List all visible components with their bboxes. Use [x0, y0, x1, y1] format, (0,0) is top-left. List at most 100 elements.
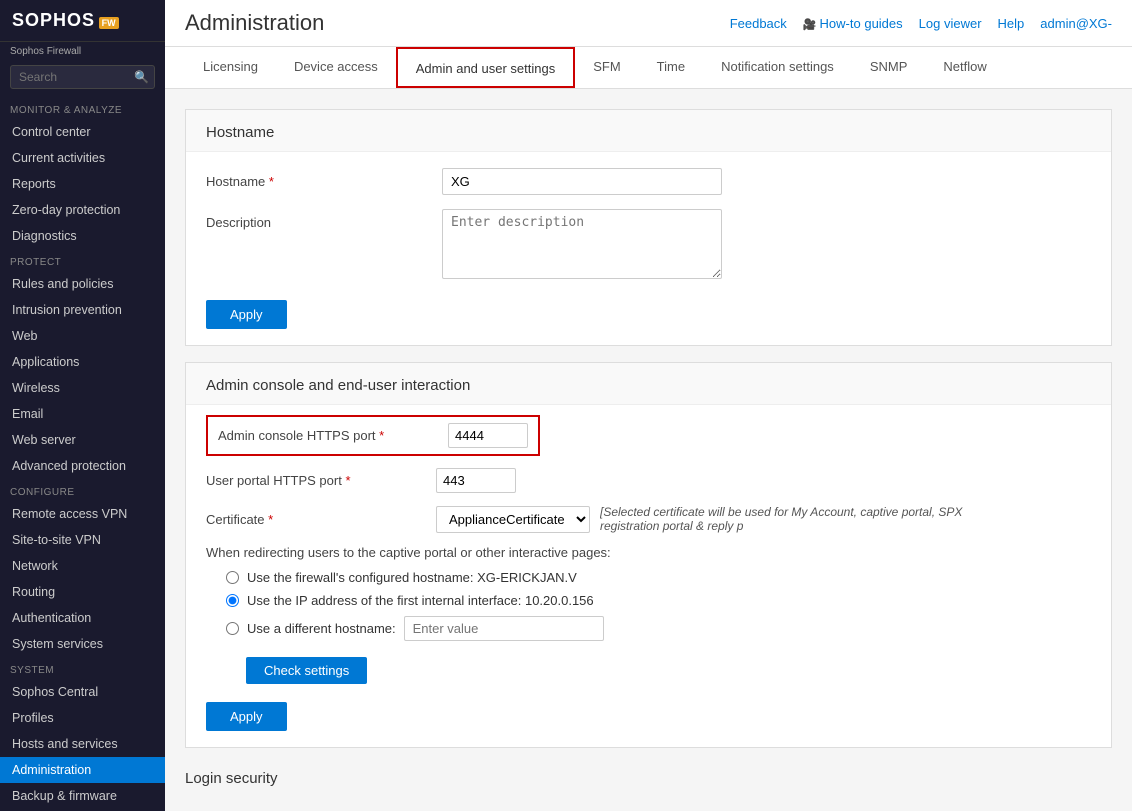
radio-ip-label: Use the IP address of the first internal…: [247, 593, 594, 608]
certificate-select[interactable]: ApplianceCertificate: [436, 506, 590, 533]
certificate-note: [Selected certificate will be used for M…: [600, 505, 1000, 533]
content-area: Hostname Hostname * Description: [165, 89, 1132, 811]
search-icon: 🔍: [134, 70, 149, 84]
login-security-title: Login security: [185, 764, 1112, 791]
description-row: Description: [206, 209, 1091, 282]
different-hostname-input[interactable]: [404, 616, 604, 641]
certificate-row: Certificate * ApplianceCertificate [Sele…: [206, 505, 1091, 533]
sidebar-item-administration[interactable]: Administration: [0, 757, 165, 783]
check-settings-button[interactable]: Check settings: [246, 657, 367, 684]
certificate-label: Certificate *: [206, 512, 426, 527]
admin-apply-button[interactable]: Apply: [206, 702, 287, 731]
tab-time[interactable]: Time: [639, 47, 703, 88]
radio-ip-input[interactable]: [226, 594, 239, 607]
sidebar-item-network[interactable]: Network: [0, 553, 165, 579]
radio-use-different: Use a different hostname:: [226, 616, 1091, 641]
hostname-input-wrap: [442, 168, 1091, 195]
how-to-guides-link[interactable]: How-to guides: [803, 16, 903, 31]
hostname-label: Hostname *: [206, 168, 426, 189]
https-port-label: Admin console HTTPS port *: [218, 428, 438, 443]
description-label: Description: [206, 209, 426, 230]
sidebar-item-zero-day[interactable]: Zero-day protection: [0, 197, 165, 223]
hostname-section: Hostname Hostname * Description: [185, 109, 1112, 346]
sidebar-item-hosts-services[interactable]: Hosts and services: [0, 731, 165, 757]
log-viewer-link[interactable]: Log viewer: [919, 16, 982, 31]
main-content: Administration Feedback How-to guides Lo…: [165, 0, 1132, 811]
hostname-input[interactable]: [442, 168, 722, 195]
radio-different-label: Use a different hostname:: [247, 621, 396, 636]
https-port-input[interactable]: [448, 423, 528, 448]
sidebar-item-reports[interactable]: Reports: [0, 171, 165, 197]
sidebar-item-diagnostics[interactable]: Diagnostics: [0, 223, 165, 249]
admin-console-section: Admin console and end-user interaction A…: [185, 362, 1112, 748]
sidebar-item-web-server[interactable]: Web server: [0, 427, 165, 453]
description-input[interactable]: [442, 209, 722, 279]
hostname-required: *: [269, 174, 274, 189]
radio-use-hostname: Use the firewall's configured hostname: …: [226, 570, 1091, 585]
sidebar-item-web[interactable]: Web: [0, 323, 165, 349]
user-portal-required: *: [345, 473, 350, 488]
sidebar-item-remote-vpn[interactable]: Remote access VPN: [0, 501, 165, 527]
user-portal-label: User portal HTTPS port *: [206, 473, 426, 488]
tab-netflow[interactable]: Netflow: [925, 47, 1004, 88]
admin-console-title: Admin console and end-user interaction: [186, 363, 1111, 405]
tab-licensing[interactable]: Licensing: [185, 47, 276, 88]
radio-different-input[interactable]: [226, 622, 239, 635]
radio-hostname-label: Use the firewall's configured hostname: …: [247, 570, 577, 585]
redirect-label: When redirecting users to the captive po…: [206, 545, 1091, 560]
top-header: Administration Feedback How-to guides Lo…: [165, 0, 1132, 47]
radio-group: Use the firewall's configured hostname: …: [206, 570, 1091, 641]
certificate-required: *: [268, 512, 273, 527]
section-label-protect: PROTECT: [0, 249, 165, 271]
user-portal-row: User portal HTTPS port *: [206, 468, 1091, 493]
description-input-wrap: [442, 209, 1091, 282]
tab-sfm[interactable]: SFM: [575, 47, 638, 88]
admin-console-body: Admin console HTTPS port * User portal H…: [186, 405, 1111, 747]
radio-hostname-input[interactable]: [226, 571, 239, 584]
tab-device-access[interactable]: Device access: [276, 47, 396, 88]
sophos-firewall-label: Sophos Firewall: [0, 42, 165, 57]
sidebar-item-rules-policies[interactable]: Rules and policies: [0, 271, 165, 297]
hostname-apply-button[interactable]: Apply: [206, 300, 287, 329]
sidebar-item-site-vpn[interactable]: Site-to-site VPN: [0, 527, 165, 553]
sidebar: SOPHOS FW Sophos Firewall 🔍 MONITOR & AN…: [0, 0, 165, 811]
radio-use-ip: Use the IP address of the first internal…: [226, 593, 1091, 608]
section-label-system: SYSTEM: [0, 657, 165, 679]
https-port-highlight-box: Admin console HTTPS port *: [206, 415, 540, 456]
page-title: Administration: [185, 10, 324, 36]
hostname-section-title: Hostname: [186, 110, 1111, 152]
sidebar-logo: SOPHOS FW: [0, 0, 165, 42]
sidebar-item-profiles[interactable]: Profiles: [0, 705, 165, 731]
sidebar-item-wireless[interactable]: Wireless: [0, 375, 165, 401]
sidebar-item-control-center[interactable]: Control center: [0, 119, 165, 145]
sidebar-item-system-services[interactable]: System services: [0, 631, 165, 657]
tab-notification-settings[interactable]: Notification settings: [703, 47, 852, 88]
sidebar-item-applications[interactable]: Applications: [0, 349, 165, 375]
section-label-configure: CONFIGURE: [0, 479, 165, 501]
sidebar-item-sophos-central[interactable]: Sophos Central: [0, 679, 165, 705]
fw-badge: FW: [99, 17, 119, 29]
sidebar-item-advanced-protection[interactable]: Advanced protection: [0, 453, 165, 479]
https-port-highlighted-row: Admin console HTTPS port *: [206, 415, 1091, 456]
https-port-required: *: [379, 428, 384, 443]
user-portal-input[interactable]: [436, 468, 516, 493]
help-link[interactable]: Help: [998, 16, 1025, 31]
check-settings-wrap: Check settings: [226, 651, 1091, 684]
feedback-link[interactable]: Feedback: [730, 16, 787, 31]
sidebar-item-intrusion[interactable]: Intrusion prevention: [0, 297, 165, 323]
sidebar-search-wrap: 🔍: [0, 57, 165, 97]
sidebar-item-email[interactable]: Email: [0, 401, 165, 427]
sidebar-item-current-activities[interactable]: Current activities: [0, 145, 165, 171]
tab-snmp[interactable]: SNMP: [852, 47, 926, 88]
tab-bar: Licensing Device access Admin and user s…: [165, 47, 1132, 89]
sidebar-item-routing[interactable]: Routing: [0, 579, 165, 605]
sidebar-item-authentication[interactable]: Authentication: [0, 605, 165, 631]
sidebar-item-backup-firmware[interactable]: Backup & firmware: [0, 783, 165, 809]
sophos-logo-text: SOPHOS: [12, 10, 95, 30]
hostname-row: Hostname *: [206, 168, 1091, 195]
section-label-monitor: MONITOR & ANALYZE: [0, 97, 165, 119]
top-nav-links: Feedback How-to guides Log viewer Help a…: [730, 16, 1112, 31]
admin-link[interactable]: admin@XG-: [1040, 16, 1112, 31]
tab-admin-user-settings[interactable]: Admin and user settings: [396, 47, 575, 88]
hostname-section-body: Hostname * Description Apply: [186, 152, 1111, 345]
